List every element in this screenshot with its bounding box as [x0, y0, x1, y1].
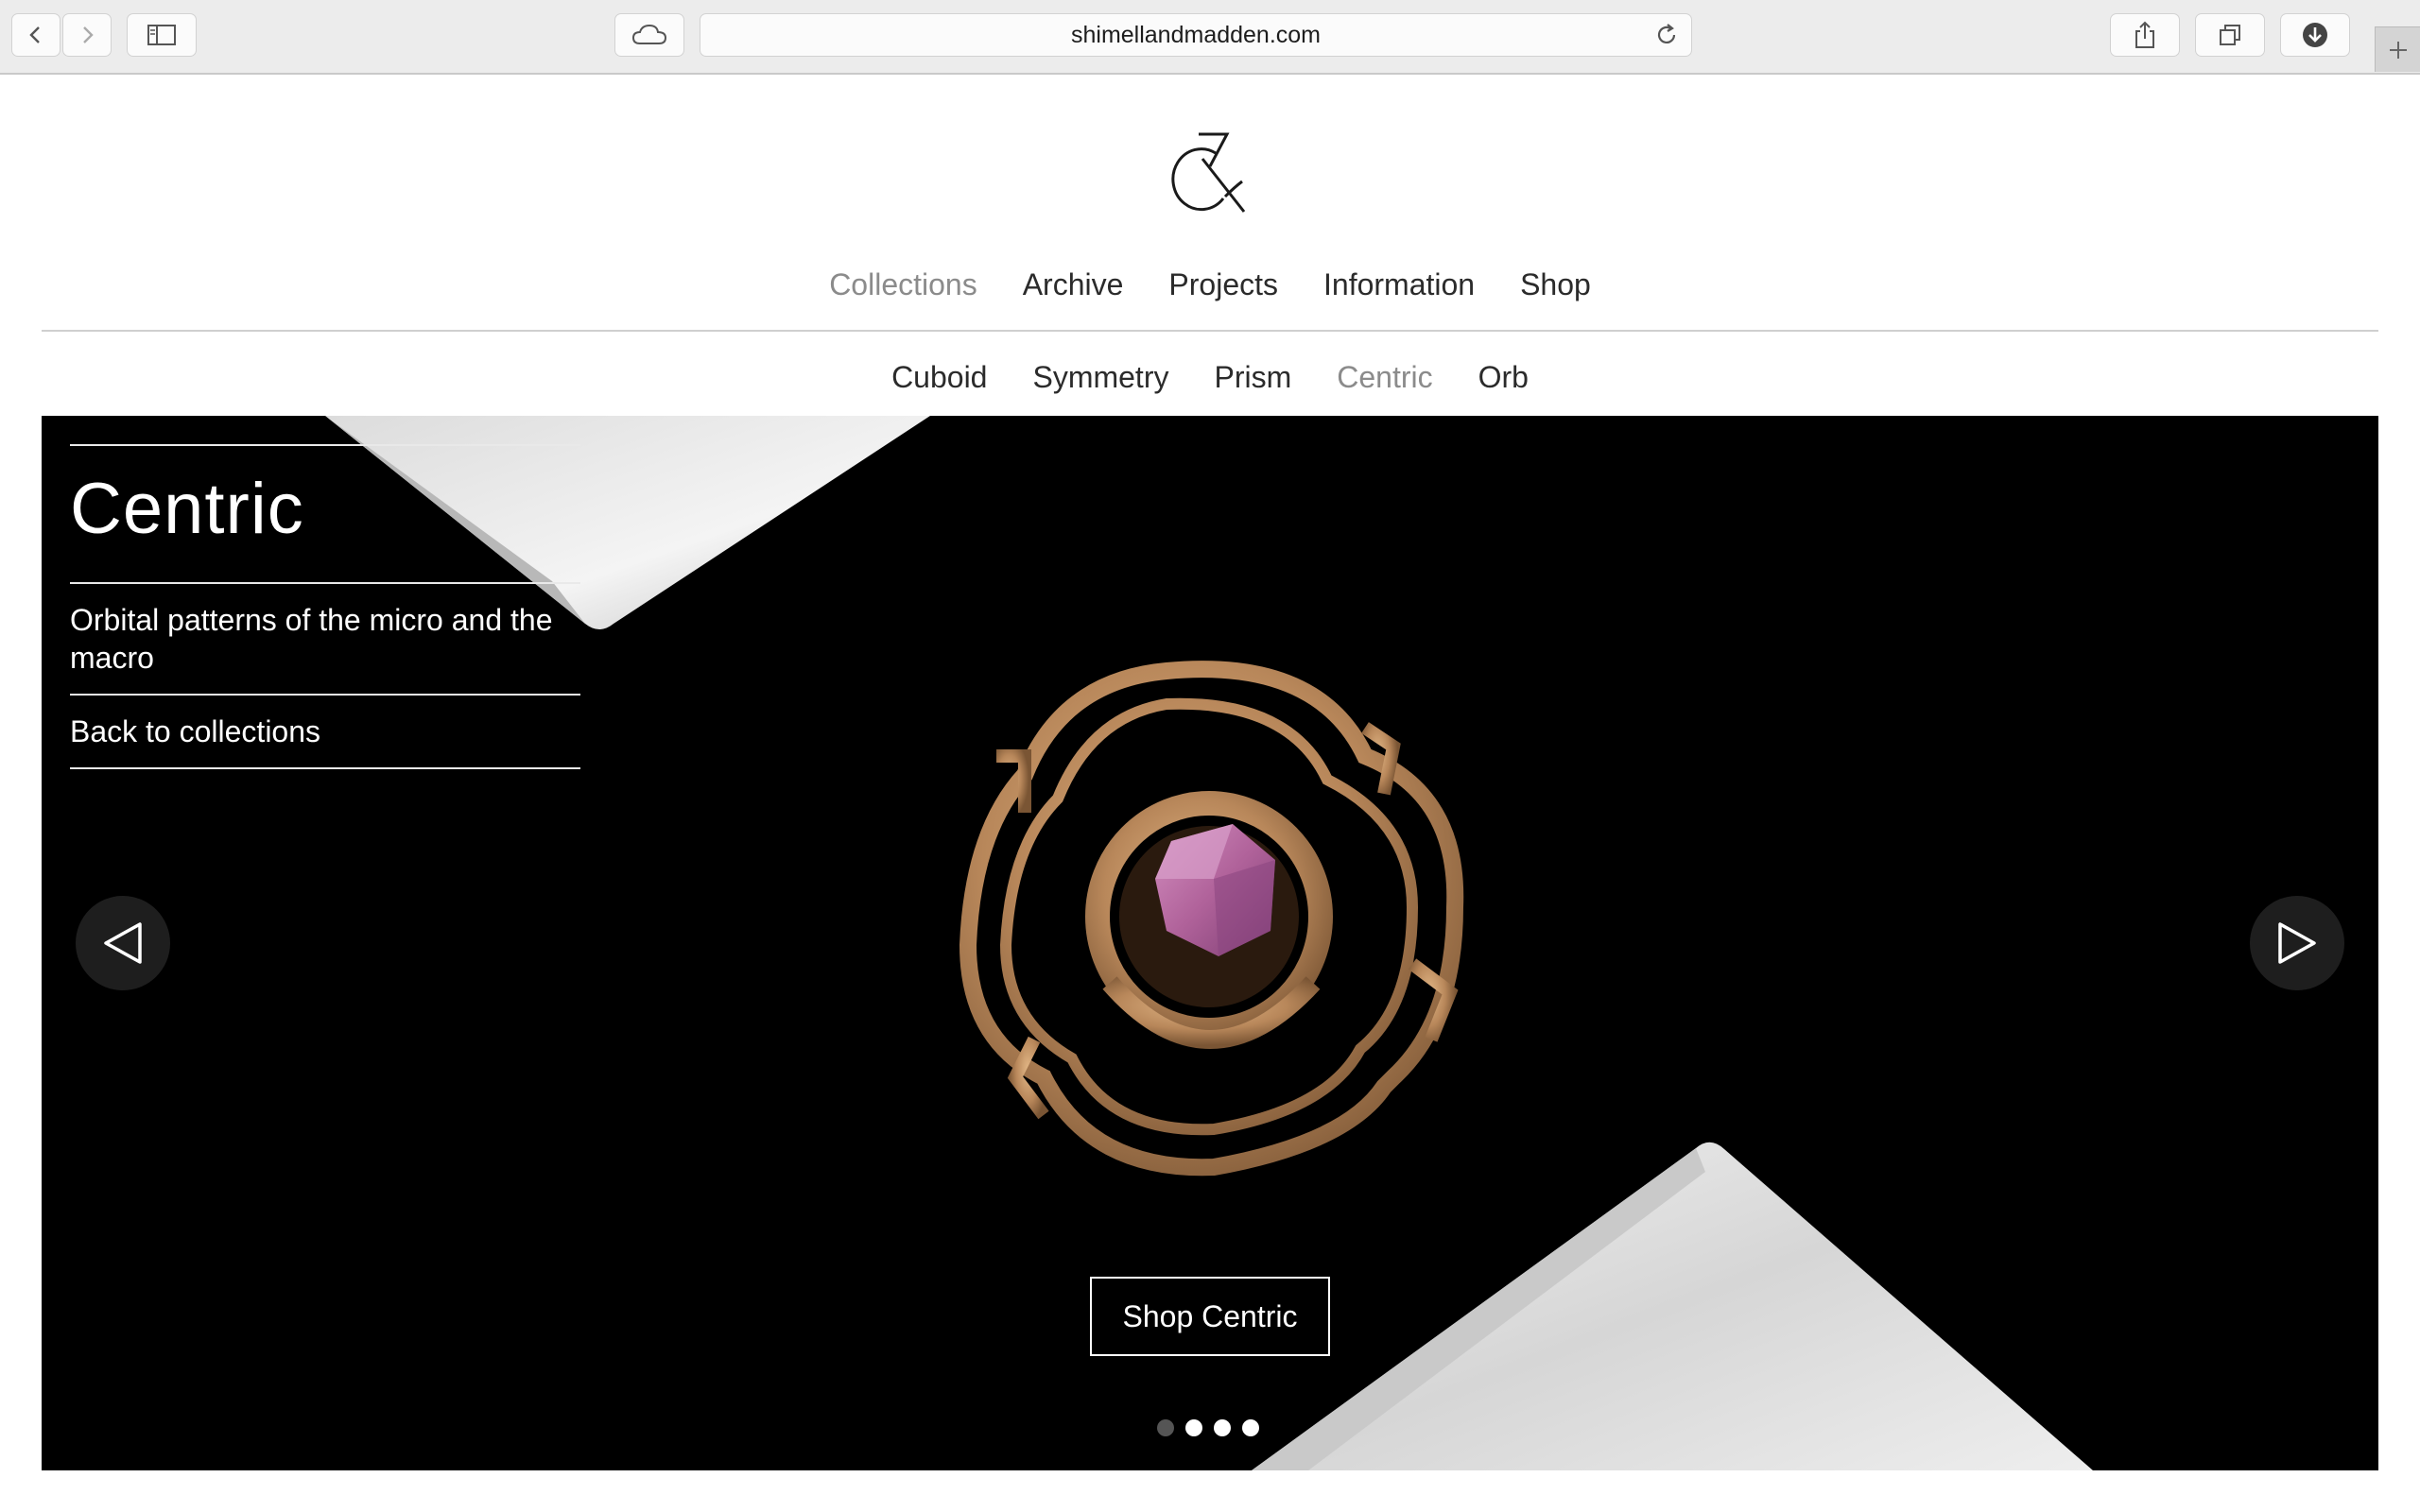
main-navigation: Collections Archive Projects Information… [0, 261, 2420, 308]
tabs-icon [2220, 25, 2240, 45]
cloud-icon [631, 24, 667, 44]
icloud-tabs-button[interactable] [614, 13, 684, 57]
tab-overview-button[interactable] [2195, 13, 2265, 57]
url-text: shimellandmadden.com [1070, 22, 1322, 48]
subnav-orb[interactable]: Orb [1478, 353, 1529, 401]
share-button[interactable] [2110, 13, 2180, 57]
shop-collection-button[interactable]: Shop Centric [1090, 1277, 1330, 1356]
subnav-cuboid[interactable]: Cuboid [891, 353, 987, 401]
back-button[interactable] [11, 13, 60, 57]
ampersand-logo[interactable] [1167, 125, 1252, 219]
subnav-symmetry[interactable]: Symmetry [1032, 353, 1168, 401]
address-bar[interactable]: shimellandmadden.com [700, 13, 1692, 57]
back-icon [29, 26, 40, 43]
forward-button[interactable] [62, 13, 112, 57]
rule-bottom [70, 767, 580, 769]
new-tab-button[interactable] [2375, 26, 2420, 72]
slide-dot-4[interactable] [1242, 1419, 1259, 1436]
collection-description: Orbital patterns of the micro and the ma… [70, 603, 553, 675]
sidebar-icon [147, 25, 176, 45]
collections-subnav: Cuboid Symmetry Prism Centric Orb [0, 353, 2420, 401]
subnav-centric[interactable]: Centric [1337, 353, 1432, 401]
hero-slider: Centric Orbital patterns of the micro an… [42, 416, 2378, 1470]
forward-icon [83, 26, 94, 43]
browser-toolbar: shimellandmadden.com [0, 0, 2420, 75]
slide-dot-2[interactable] [1185, 1419, 1202, 1436]
collection-info-panel: Centric Orbital patterns of the micro an… [70, 444, 580, 769]
ring-artwork [959, 661, 1464, 1177]
downloads-button[interactable] [2280, 13, 2350, 57]
triangle-right-icon [2278, 922, 2316, 964]
sidebar-button[interactable] [127, 13, 197, 57]
nav-shop[interactable]: Shop [1520, 261, 1591, 308]
new-tab-icon [2389, 41, 2407, 59]
slide-dot-1[interactable] [1157, 1419, 1174, 1436]
slide-indicators [1157, 1419, 1259, 1440]
nav-collections[interactable]: Collections [829, 261, 977, 308]
slide-dot-3[interactable] [1214, 1419, 1231, 1436]
previous-slide-button[interactable] [76, 896, 170, 990]
nav-projects[interactable]: Projects [1168, 261, 1278, 308]
collection-title: Centric [70, 469, 304, 549]
header-divider [42, 330, 2378, 332]
nav-information[interactable]: Information [1323, 261, 1475, 308]
back-to-collections-link[interactable]: Back to collections [70, 696, 580, 767]
next-slide-button[interactable] [2250, 896, 2344, 990]
subnav-prism[interactable]: Prism [1214, 353, 1291, 401]
reload-icon[interactable] [1653, 22, 1680, 48]
nav-archive[interactable]: Archive [1023, 261, 1124, 308]
triangle-left-icon [104, 922, 142, 964]
download-icon [2303, 23, 2327, 47]
share-icon [2135, 21, 2154, 48]
